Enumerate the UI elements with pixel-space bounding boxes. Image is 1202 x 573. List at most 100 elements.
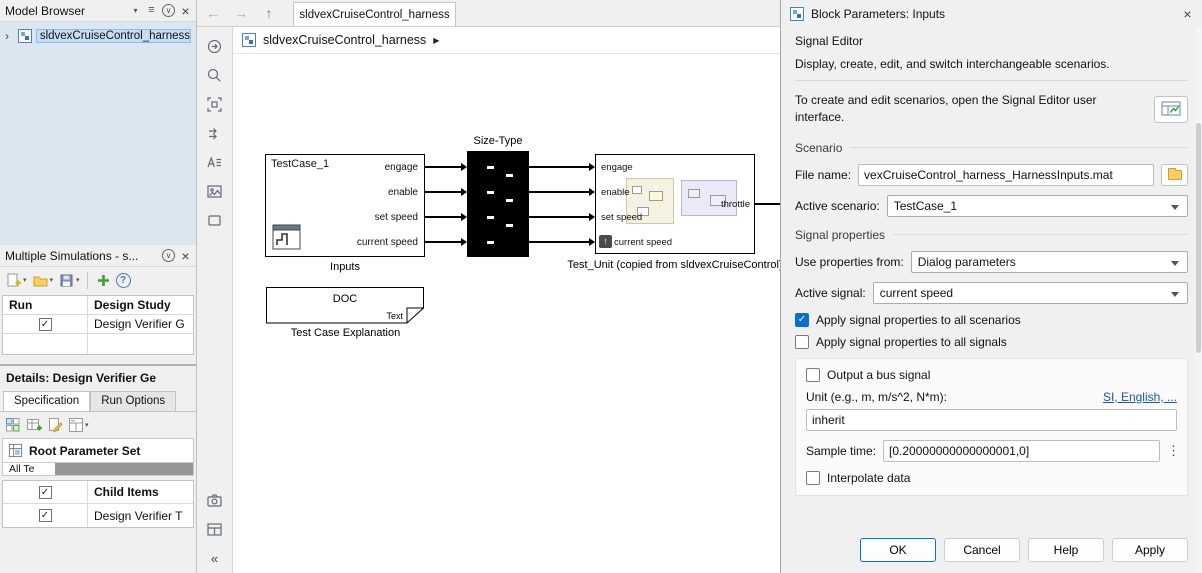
apply-all-scenarios-row: ✓ Apply signal properties to all scenari… [795, 313, 1188, 327]
table-row[interactable]: ✓ Design Verifier T [3, 504, 193, 527]
active-scenario-select[interactable]: TestCase_1 [887, 195, 1188, 217]
breadcrumb-model-name[interactable]: sldvexCruiseControl_harness [263, 33, 426, 47]
scrollbar-thumb[interactable] [1196, 123, 1201, 353]
breadcrumb-caret-icon[interactable]: ▶ [433, 36, 439, 45]
up-to-parent-icon[interactable]: ↑ [257, 3, 281, 23]
save-button[interactable]: ▾ [57, 271, 81, 290]
unit-row: Unit (e.g., m, m/s^2, N*m): SI, English,… [806, 390, 1177, 404]
all-tests-row[interactable]: All Te [2, 463, 194, 476]
help-button[interactable]: Help [1028, 538, 1104, 562]
zoom-icon[interactable] [206, 66, 224, 84]
signal-wire [425, 166, 461, 168]
canvas-area: sldvexCruiseControl_harness ▶ TestCase_1… [233, 27, 780, 573]
tree-item-harness[interactable]: › sldvexCruiseControl_harness [3, 27, 193, 45]
back-icon[interactable]: ← [201, 3, 225, 23]
box-area-icon[interactable] [206, 211, 224, 229]
new-design-study-button[interactable]: ▾ [4, 271, 28, 290]
apply-all-scenarios-label: Apply signal properties to all scenarios [816, 313, 1021, 327]
apply-button[interactable]: Apply [1112, 538, 1188, 562]
signal-wire [529, 191, 589, 193]
test-unit-block[interactable]: engage enable set speed current speed ↑ … [595, 154, 755, 254]
sample-time-label: Sample time: [806, 444, 876, 458]
cancel-button[interactable]: Cancel [944, 538, 1020, 562]
use-properties-select[interactable]: Dialog parameters [911, 251, 1188, 273]
unit-help-link[interactable]: SI, English, ... [1103, 390, 1177, 404]
tree-expand-icon[interactable]: › [5, 29, 14, 43]
table-header-row: Run Design Study [3, 296, 193, 315]
panel-menu-icon[interactable]: ≡ [146, 5, 157, 16]
model-canvas[interactable]: TestCase_1 engage enable set speed curre… [233, 54, 780, 573]
close-icon[interactable]: × [180, 249, 191, 263]
model-browser-tree: › sldvexCruiseControl_harness [0, 22, 196, 245]
simulink-model-icon [18, 29, 32, 43]
grid-blue-icon [5, 417, 21, 433]
add-item-button[interactable] [94, 271, 113, 290]
add-parameter-set-button[interactable] [4, 416, 22, 434]
size-type-block[interactable] [467, 151, 529, 257]
apply-all-signals-checkbox[interactable] [795, 335, 809, 349]
close-icon[interactable]: × [1182, 7, 1193, 21]
child-items-table: ✓ Child Items ✓ Design Verifier T [2, 480, 194, 528]
edit-script-button[interactable] [46, 416, 64, 434]
table-row[interactable]: ✓ Child Items [3, 481, 193, 504]
unit-input[interactable] [806, 409, 1177, 431]
tab-specification[interactable]: Specification [3, 391, 90, 411]
annotation-icon[interactable] [206, 153, 224, 171]
wire-arrowhead [589, 213, 595, 221]
forward-icon[interactable]: → [229, 3, 253, 23]
apply-all-scenarios-checkbox[interactable]: ✓ [795, 313, 809, 327]
inputs-block[interactable]: TestCase_1 engage enable set speed curre… [265, 154, 425, 257]
run-checkbox[interactable]: ✓ [39, 318, 52, 331]
fit-to-view-icon[interactable] [206, 95, 224, 113]
design-verifier-checkbox[interactable]: ✓ [39, 509, 52, 522]
root-parameter-set-row[interactable]: Root Parameter Set [2, 438, 194, 463]
launch-signal-editor-button[interactable] [1154, 96, 1188, 123]
signal-detail-panel: Output a bus signal Unit (e.g., m, m/s^2… [795, 358, 1188, 496]
explore-icon[interactable] [206, 37, 224, 55]
simulink-model-icon [242, 33, 256, 47]
ok-button[interactable]: OK [860, 538, 936, 562]
double-arrow-icon[interactable] [206, 124, 224, 142]
design-study-cell: Design Verifier G [88, 315, 193, 333]
sample-time-input[interactable] [883, 440, 1160, 462]
active-signal-select[interactable]: current speed [873, 282, 1188, 304]
add-table-button[interactable] [25, 416, 43, 434]
close-icon[interactable]: × [180, 4, 191, 18]
chevron-down-icon: ▾ [76, 276, 80, 284]
navigation-buttons: ← → ↑ [197, 0, 285, 26]
interpolate-checkbox[interactable] [806, 471, 820, 485]
signal-editor-launch-icon [1161, 101, 1181, 117]
kebab-menu-icon[interactable]: ⋮ [1167, 443, 1177, 459]
collapse-panel-icon[interactable]: « [206, 549, 224, 567]
root-parameter-set-label: Root Parameter Set [29, 444, 140, 458]
file-name-row: File name: [795, 164, 1188, 186]
open-button[interactable]: ▾ [31, 271, 55, 290]
tab-run-options[interactable]: Run Options [90, 391, 176, 411]
file-name-input[interactable] [858, 164, 1154, 186]
model-tab[interactable]: sldvexCruiseControl_harness [293, 2, 456, 26]
table-row-empty[interactable] [3, 334, 193, 354]
harness-badge-icon: ↑ [599, 235, 612, 248]
help-button[interactable]: ? [116, 273, 131, 288]
window-split-icon[interactable] [206, 520, 224, 538]
block-parameters-dialog: Block Parameters: Inputs × Signal Editor… [780, 0, 1202, 573]
panel-minimize-icon[interactable]: ∨ [162, 249, 175, 262]
browse-file-button[interactable] [1161, 164, 1188, 186]
use-properties-row: Use properties from: Dialog parameters [795, 251, 1188, 273]
block-description: Display, create, edit, and switch interc… [795, 57, 1188, 71]
dialog-buttons: OK Cancel Help Apply [781, 532, 1202, 573]
viewmarks-icon[interactable] [206, 491, 224, 509]
output-bus-checkbox[interactable] [806, 368, 820, 382]
table-row[interactable]: ✓ Design Verifier G [3, 315, 193, 334]
new-document-icon [5, 272, 22, 289]
layout-grid-icon [68, 417, 84, 433]
child-items-checkbox[interactable]: ✓ [39, 486, 52, 499]
image-icon[interactable] [206, 182, 224, 200]
editor-body: « sldvexCruiseControl_harness ▶ TestCase… [197, 27, 780, 573]
multiple-simulations-title: Multiple Simulations - s... [5, 249, 157, 263]
panel-menu-caret-icon[interactable]: ▾ [130, 7, 141, 15]
dialog-scrollbar[interactable] [1195, 28, 1202, 573]
doc-block[interactable]: DOC Text [266, 287, 425, 324]
layout-button[interactable]: ▾ [67, 416, 90, 434]
panel-minimize-icon[interactable]: ∨ [162, 4, 175, 17]
